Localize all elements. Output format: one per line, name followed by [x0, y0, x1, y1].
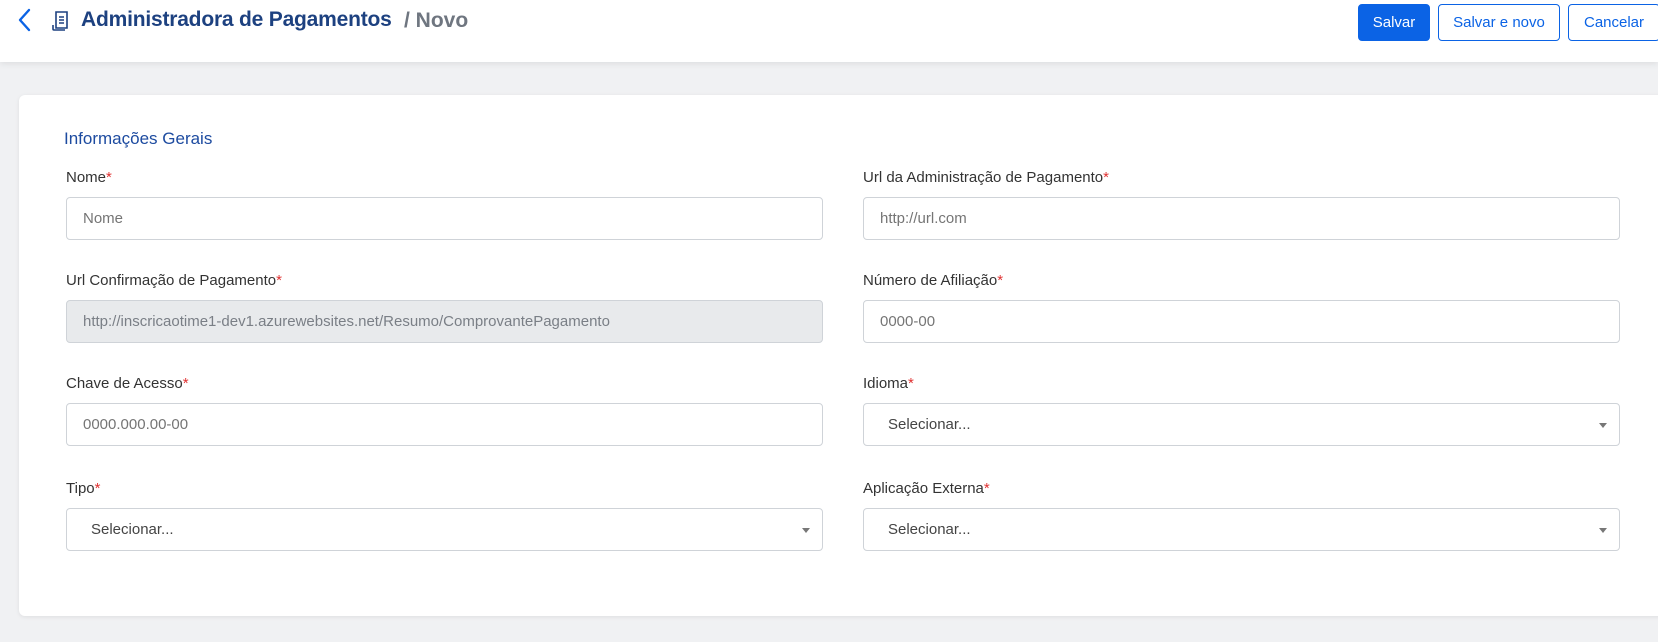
aplicacao-externa-select[interactable]: Selecionar... [863, 508, 1620, 551]
required-mark: * [1103, 169, 1109, 186]
url-admin-label: Url da Administração de Pagamento* [863, 169, 1109, 186]
url-confirmacao-input: http://inscricaotime1-dev1.azurewebsites… [66, 300, 823, 343]
required-mark: * [997, 272, 1004, 289]
url-confirmacao-label: Url Confirmação de Pagamento* [66, 272, 282, 289]
idioma-label: Idioma* [863, 375, 914, 392]
save-button[interactable]: Salvar [1358, 4, 1430, 41]
aplicacao-externa-label: Aplicação Externa* [863, 480, 990, 497]
required-mark: * [94, 480, 101, 497]
page-subtitle: / Novo [404, 9, 469, 32]
section-title: Informações Gerais [64, 129, 213, 148]
caret-down-icon [1599, 528, 1607, 533]
chevron-left-icon[interactable] [16, 6, 36, 34]
caret-down-icon [1599, 423, 1607, 428]
nome-label: Nome* [66, 169, 112, 186]
chave-acesso-input[interactable] [66, 403, 823, 446]
idioma-selected-value: Selecionar... [888, 416, 971, 433]
idioma-select[interactable]: Selecionar... [863, 403, 1620, 446]
required-mark: * [182, 375, 189, 392]
tipo-label: Tipo* [66, 480, 101, 497]
chave-acesso-label: Chave de Acesso* [66, 375, 189, 392]
url-admin-input[interactable] [863, 197, 1620, 240]
save-and-new-button[interactable]: Salvar e novo [1438, 4, 1560, 41]
required-mark: * [983, 480, 990, 497]
tipo-selected-value: Selecionar... [91, 521, 174, 538]
page-title: Administradora de Pagamentos [81, 8, 392, 31]
numero-afiliacao-label: Número de Afiliação* [863, 272, 1004, 289]
caret-down-icon [802, 528, 810, 533]
numero-afiliacao-input[interactable] [863, 300, 1620, 343]
top-bar: Administradora de Pagamentos / Novo Salv… [0, 0, 1658, 62]
tipo-select[interactable]: Selecionar... [66, 508, 823, 551]
required-mark: * [276, 272, 282, 289]
document-icon [52, 11, 68, 31]
required-mark: * [106, 169, 112, 186]
nome-input[interactable] [66, 197, 823, 240]
aplicacao-externa-selected-value: Selecionar... [888, 521, 971, 538]
cancel-button[interactable]: Cancelar [1568, 4, 1658, 41]
required-mark: * [908, 375, 914, 392]
